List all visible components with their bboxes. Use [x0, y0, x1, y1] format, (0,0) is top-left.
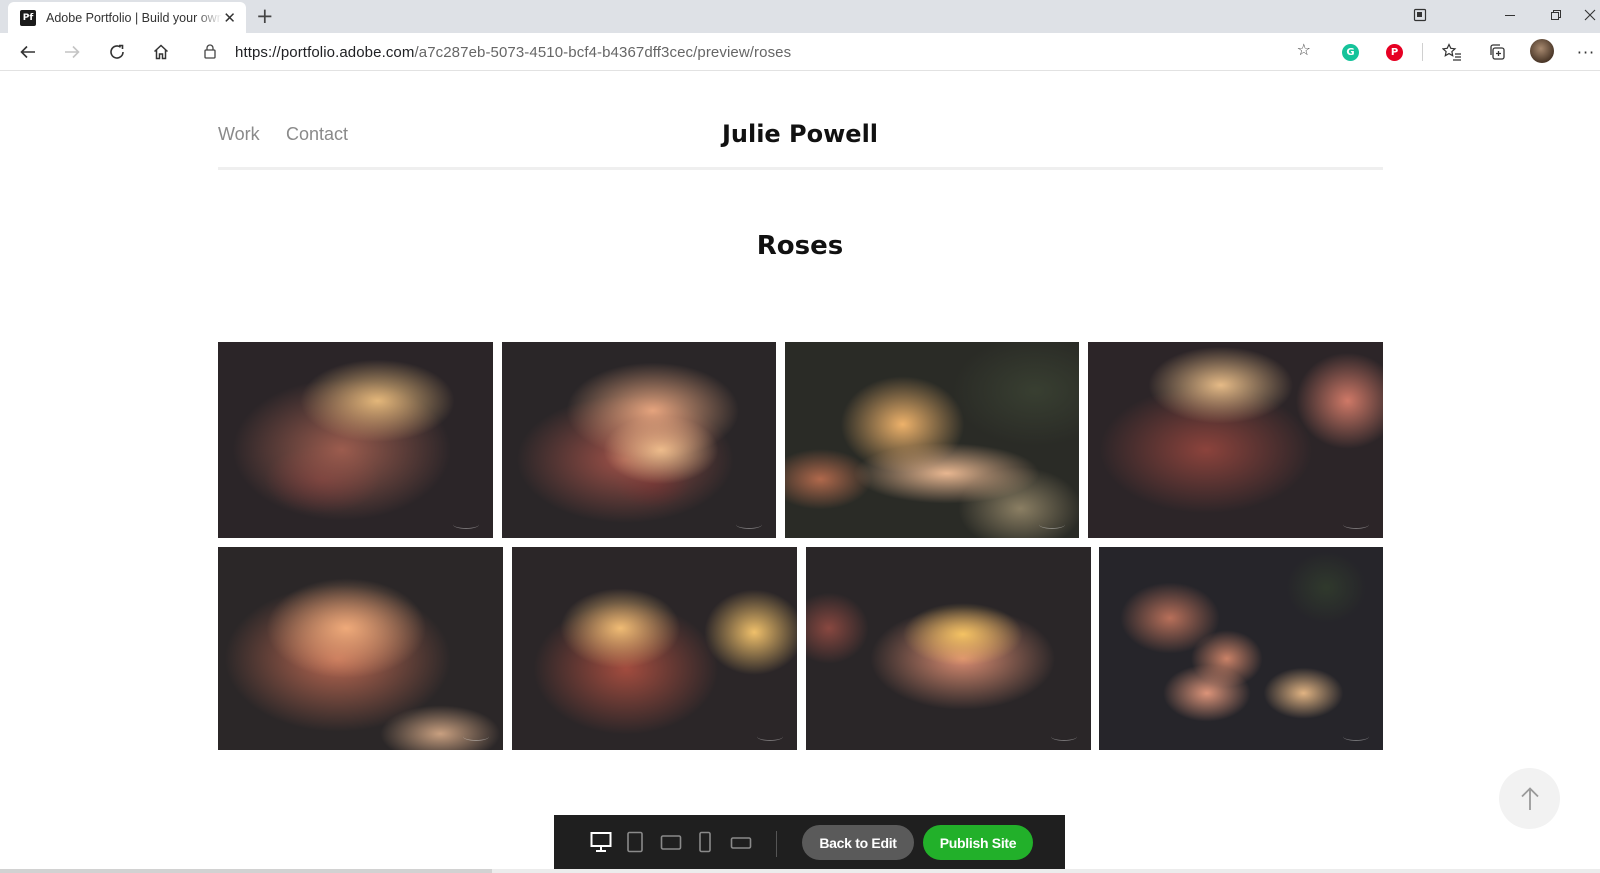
rose-photo-3[interactable] — [785, 342, 1079, 538]
url-path: /a7c287eb-5073-4510-bcf4-b4367dff3cec/pr… — [414, 44, 792, 61]
forward-arrow-icon[interactable] — [59, 39, 85, 65]
close-window-icon[interactable] — [1579, 0, 1600, 30]
browser-toolbar: https://portfolio.adobe.com/a7c287eb-507… — [0, 33, 1600, 71]
tablet-landscape-preview-icon[interactable] — [660, 834, 682, 851]
refresh-icon[interactable] — [104, 39, 130, 65]
collections-icon[interactable] — [1484, 39, 1510, 65]
arrow-up-icon — [1520, 786, 1539, 810]
pinterest-extension-icon[interactable]: P — [1386, 44, 1403, 61]
url-text[interactable]: https://portfolio.adobe.com/a7c287eb-507… — [235, 44, 791, 61]
photo-signature-watermark — [463, 732, 489, 741]
publish-site-button[interactable]: Publish Site — [923, 825, 1033, 860]
tab-actions-icon[interactable] — [1405, 0, 1435, 30]
lock-icon[interactable] — [203, 43, 217, 59]
tablet-portrait-preview-icon[interactable] — [626, 831, 644, 853]
horizontal-scrollbar[interactable] — [0, 869, 1600, 873]
tab-title: Adobe Portfolio | Build your own persona… — [46, 10, 222, 25]
photo-signature-watermark — [453, 520, 479, 529]
more-options-icon[interactable]: ··· — [1576, 39, 1596, 65]
rose-photo-7[interactable] — [806, 547, 1091, 750]
toolbar-divider — [1422, 43, 1423, 61]
back-arrow-icon[interactable] — [15, 39, 41, 65]
profile-avatar[interactable] — [1530, 39, 1554, 63]
add-favorite-star-icon[interactable]: ☆ — [1297, 40, 1311, 59]
minimize-window-icon[interactable] — [1487, 0, 1533, 30]
favorites-icon[interactable] — [1439, 39, 1465, 65]
scrollbar-thumb[interactable] — [0, 869, 492, 873]
photo-signature-watermark — [1051, 732, 1077, 741]
grammarly-extension-icon[interactable]: G — [1342, 44, 1359, 61]
rose-photo-2[interactable] — [502, 342, 776, 538]
photo-signature-watermark — [736, 520, 762, 529]
restore-window-icon[interactable] — [1533, 0, 1579, 30]
rose-photo-8[interactable] — [1099, 547, 1383, 750]
rose-photo-1[interactable] — [218, 342, 493, 538]
photo-signature-watermark — [1343, 520, 1369, 529]
rose-photo-5[interactable] — [218, 547, 503, 750]
nav-contact-link[interactable]: Contact — [286, 124, 348, 145]
rose-photo-6[interactable] — [512, 547, 797, 750]
photo-signature-watermark — [757, 732, 783, 741]
preview-toolbar: Back to Edit Publish Site — [554, 815, 1065, 873]
nav-work-link[interactable]: Work — [218, 124, 260, 145]
tab-close-icon[interactable]: ✕ — [223, 9, 236, 27]
tab-strip: Pf Adobe Portfolio | Build your own pers… — [0, 0, 1600, 33]
photo-signature-watermark — [1343, 732, 1369, 741]
url-host: https://portfolio.adobe.com — [235, 44, 415, 61]
rose-photo-4[interactable] — [1088, 342, 1383, 538]
back-to-edit-button[interactable]: Back to Edit — [802, 825, 914, 860]
back-to-top-button[interactable] — [1499, 768, 1560, 829]
photo-signature-watermark — [1039, 520, 1065, 529]
adobe-portfolio-favicon: Pf — [20, 9, 36, 26]
page-title: Roses — [756, 231, 844, 261]
header-divider — [218, 167, 1383, 170]
home-icon[interactable] — [148, 39, 174, 65]
desktop-preview-icon[interactable] — [590, 831, 612, 853]
phone-portrait-preview-icon[interactable] — [698, 831, 712, 853]
browser-tab-active[interactable]: Pf Adobe Portfolio | Build your own pers… — [8, 2, 246, 33]
preview-toolbar-divider — [776, 831, 777, 857]
address-bar[interactable]: https://portfolio.adobe.com/a7c287eb-507… — [189, 36, 1321, 67]
site-title[interactable]: Julie Powell — [618, 120, 982, 148]
phone-landscape-preview-icon[interactable] — [730, 836, 752, 850]
new-tab-plus-icon[interactable]: + — [256, 4, 274, 28]
